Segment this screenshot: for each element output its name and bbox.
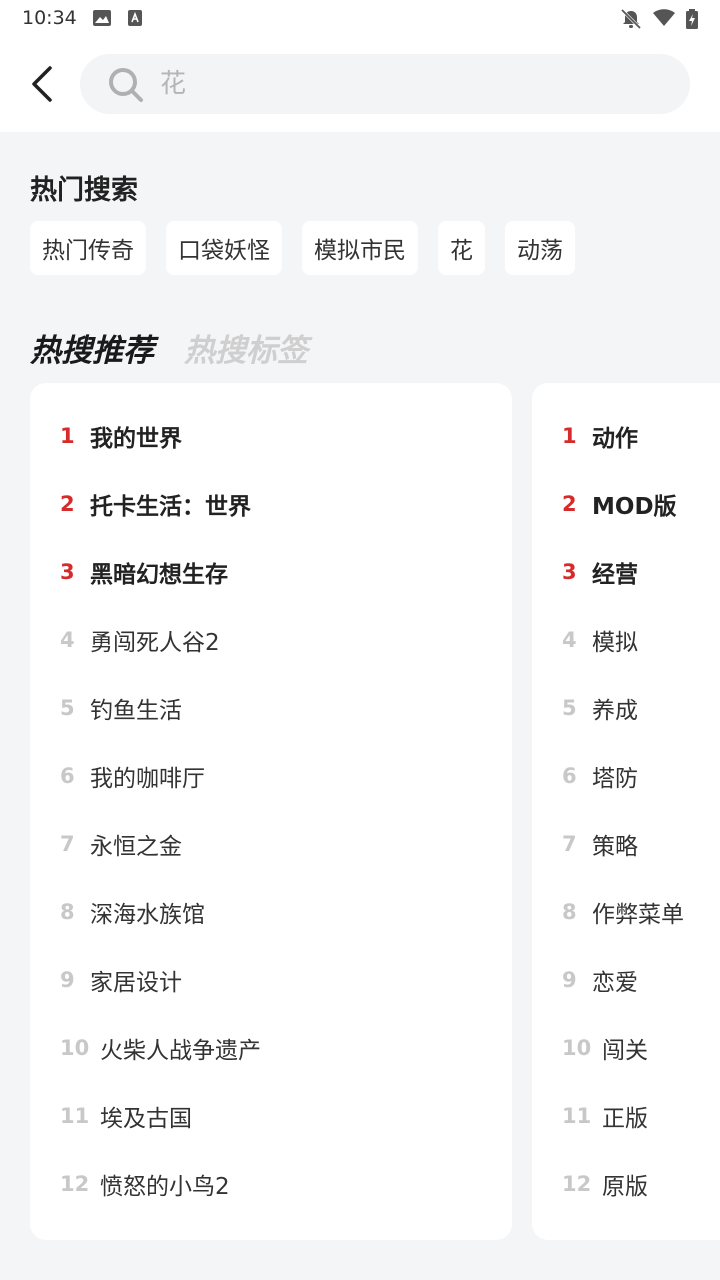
rank-number: 5 [562,696,577,720]
list-item[interactable]: 12 原版 [532,1150,720,1218]
rank-number: 9 [60,968,75,992]
hot-search-title: 热门搜索 [30,175,138,206]
notifications-off-icon [620,8,642,33]
item-name: 闯关 [602,1038,648,1064]
rank-number: 7 [562,832,577,856]
rank-number: 8 [60,900,75,924]
wifi-icon [652,9,676,31]
list-item[interactable]: 2 MOD版 [532,470,720,538]
search-input[interactable] [160,64,660,104]
hot-search-tag[interactable]: 模拟市民 [302,221,418,275]
list-item[interactable]: 3 黑暗幻想生存 [30,538,512,606]
rank-number: 8 [562,900,577,924]
list-item[interactable]: 4 模拟 [532,606,720,674]
rank-number: 9 [562,968,577,992]
list-item[interactable]: 10 火柴人战争遗产 [30,1014,512,1082]
item-name: 家居设计 [90,970,182,996]
rank-number: 12 [562,1172,592,1196]
tab-hot-tags[interactable]: 热搜标签 [184,325,308,370]
item-name: 模拟 [592,630,638,656]
rank-number: 10 [562,1036,592,1060]
hot-search-tags: 热门传奇 口袋妖怪 模拟市民 花 动荡 [30,221,575,275]
rank-number: 3 [562,560,577,584]
list-item[interactable]: 10 闯关 [532,1014,720,1082]
search-icon [108,67,144,107]
list-item[interactable]: 3 经营 [532,538,720,606]
list-item[interactable]: 5 钓鱼生活 [30,674,512,742]
rank-number: 7 [60,832,75,856]
item-name: 动作 [592,426,638,452]
item-name: 火柴人战争遗产 [100,1038,261,1064]
rank-number: 4 [562,628,577,652]
item-name: 经营 [592,562,638,588]
item-name: 埃及古国 [100,1106,192,1132]
hot-search-tag[interactable]: 花 [438,221,485,275]
back-button[interactable] [22,62,62,106]
item-name: 正版 [602,1106,648,1132]
list-item[interactable]: 8 深海水族馆 [30,878,512,946]
list-item[interactable]: 6 我的咖啡厅 [30,742,512,810]
image-notification-icon [92,9,112,31]
item-name: MOD版 [592,494,677,520]
item-name: 托卡生活：世界 [90,494,251,520]
list-item[interactable]: 7 永恒之金 [30,810,512,878]
list-item[interactable]: 12 愤怒的小鸟2 [30,1150,512,1218]
hot-recommend-list: 1 我的世界 2 托卡生活：世界 3 黑暗幻想生存 4 勇闯死人谷2 5 钓鱼生活 6 我的… [30,383,512,1240]
rank-number: 4 [60,628,75,652]
top-bar [0,36,720,132]
item-name: 我的咖啡厅 [90,766,205,792]
hot-tags-list: 1 动作 2 MOD版 3 经营 4 模拟 5 养成 6 塔防 7 策略 8 作弊菜单 9 恋爱 … [532,383,720,1240]
item-name: 愤怒的小鸟2 [100,1174,230,1200]
item-name: 钓鱼生活 [90,698,182,724]
item-name: 策略 [592,834,638,860]
rank-number: 6 [562,764,577,788]
list-item[interactable]: 6 塔防 [532,742,720,810]
list-item[interactable]: 2 托卡生活：世界 [30,470,512,538]
item-name: 原版 [602,1174,648,1200]
list-item[interactable]: 4 勇闯死人谷2 [30,606,512,674]
rank-number: 1 [562,424,577,448]
list-item[interactable]: 5 养成 [532,674,720,742]
item-name: 养成 [592,698,638,724]
search-box[interactable] [80,54,690,114]
list-item[interactable]: 1 我的世界 [30,402,512,470]
item-name: 永恒之金 [90,834,182,860]
rank-number: 1 [60,424,75,448]
list-item[interactable]: 11 正版 [532,1082,720,1150]
item-name: 深海水族馆 [90,902,205,928]
battery-icon [686,9,698,33]
rank-number: 2 [562,492,577,516]
list-item[interactable]: 7 策略 [532,810,720,878]
hot-search-tag[interactable]: 热门传奇 [30,221,146,275]
item-name: 作弊菜单 [592,902,684,928]
hot-search-tag[interactable]: 口袋妖怪 [166,221,282,275]
rank-number: 3 [60,560,75,584]
rank-number: 11 [562,1104,592,1128]
status-time: 10:34 [22,7,77,29]
item-name: 勇闯死人谷2 [90,630,220,656]
tab-hot-recommend[interactable]: 热搜推荐 [30,325,154,370]
rank-number: 10 [60,1036,90,1060]
hot-search-tag[interactable]: 动荡 [505,221,575,275]
status-bar: 10:34 [0,0,720,36]
item-name: 黑暗幻想生存 [90,562,228,588]
list-item[interactable]: 8 作弊菜单 [532,878,720,946]
list-item[interactable]: 9 恋爱 [532,946,720,1014]
list-item[interactable]: 11 埃及古国 [30,1082,512,1150]
rank-number: 12 [60,1172,90,1196]
app-notification-icon [127,9,143,31]
item-name: 塔防 [592,766,638,792]
list-item[interactable]: 1 动作 [532,402,720,470]
item-name: 我的世界 [90,426,182,452]
rank-number: 2 [60,492,75,516]
back-arrow-icon [32,66,52,102]
rank-number: 6 [60,764,75,788]
ranking-tabs: 热搜推荐 热搜标签 [30,325,308,370]
rank-number: 11 [60,1104,90,1128]
item-name: 恋爱 [592,970,638,996]
rank-number: 5 [60,696,75,720]
list-item[interactable]: 9 家居设计 [30,946,512,1014]
